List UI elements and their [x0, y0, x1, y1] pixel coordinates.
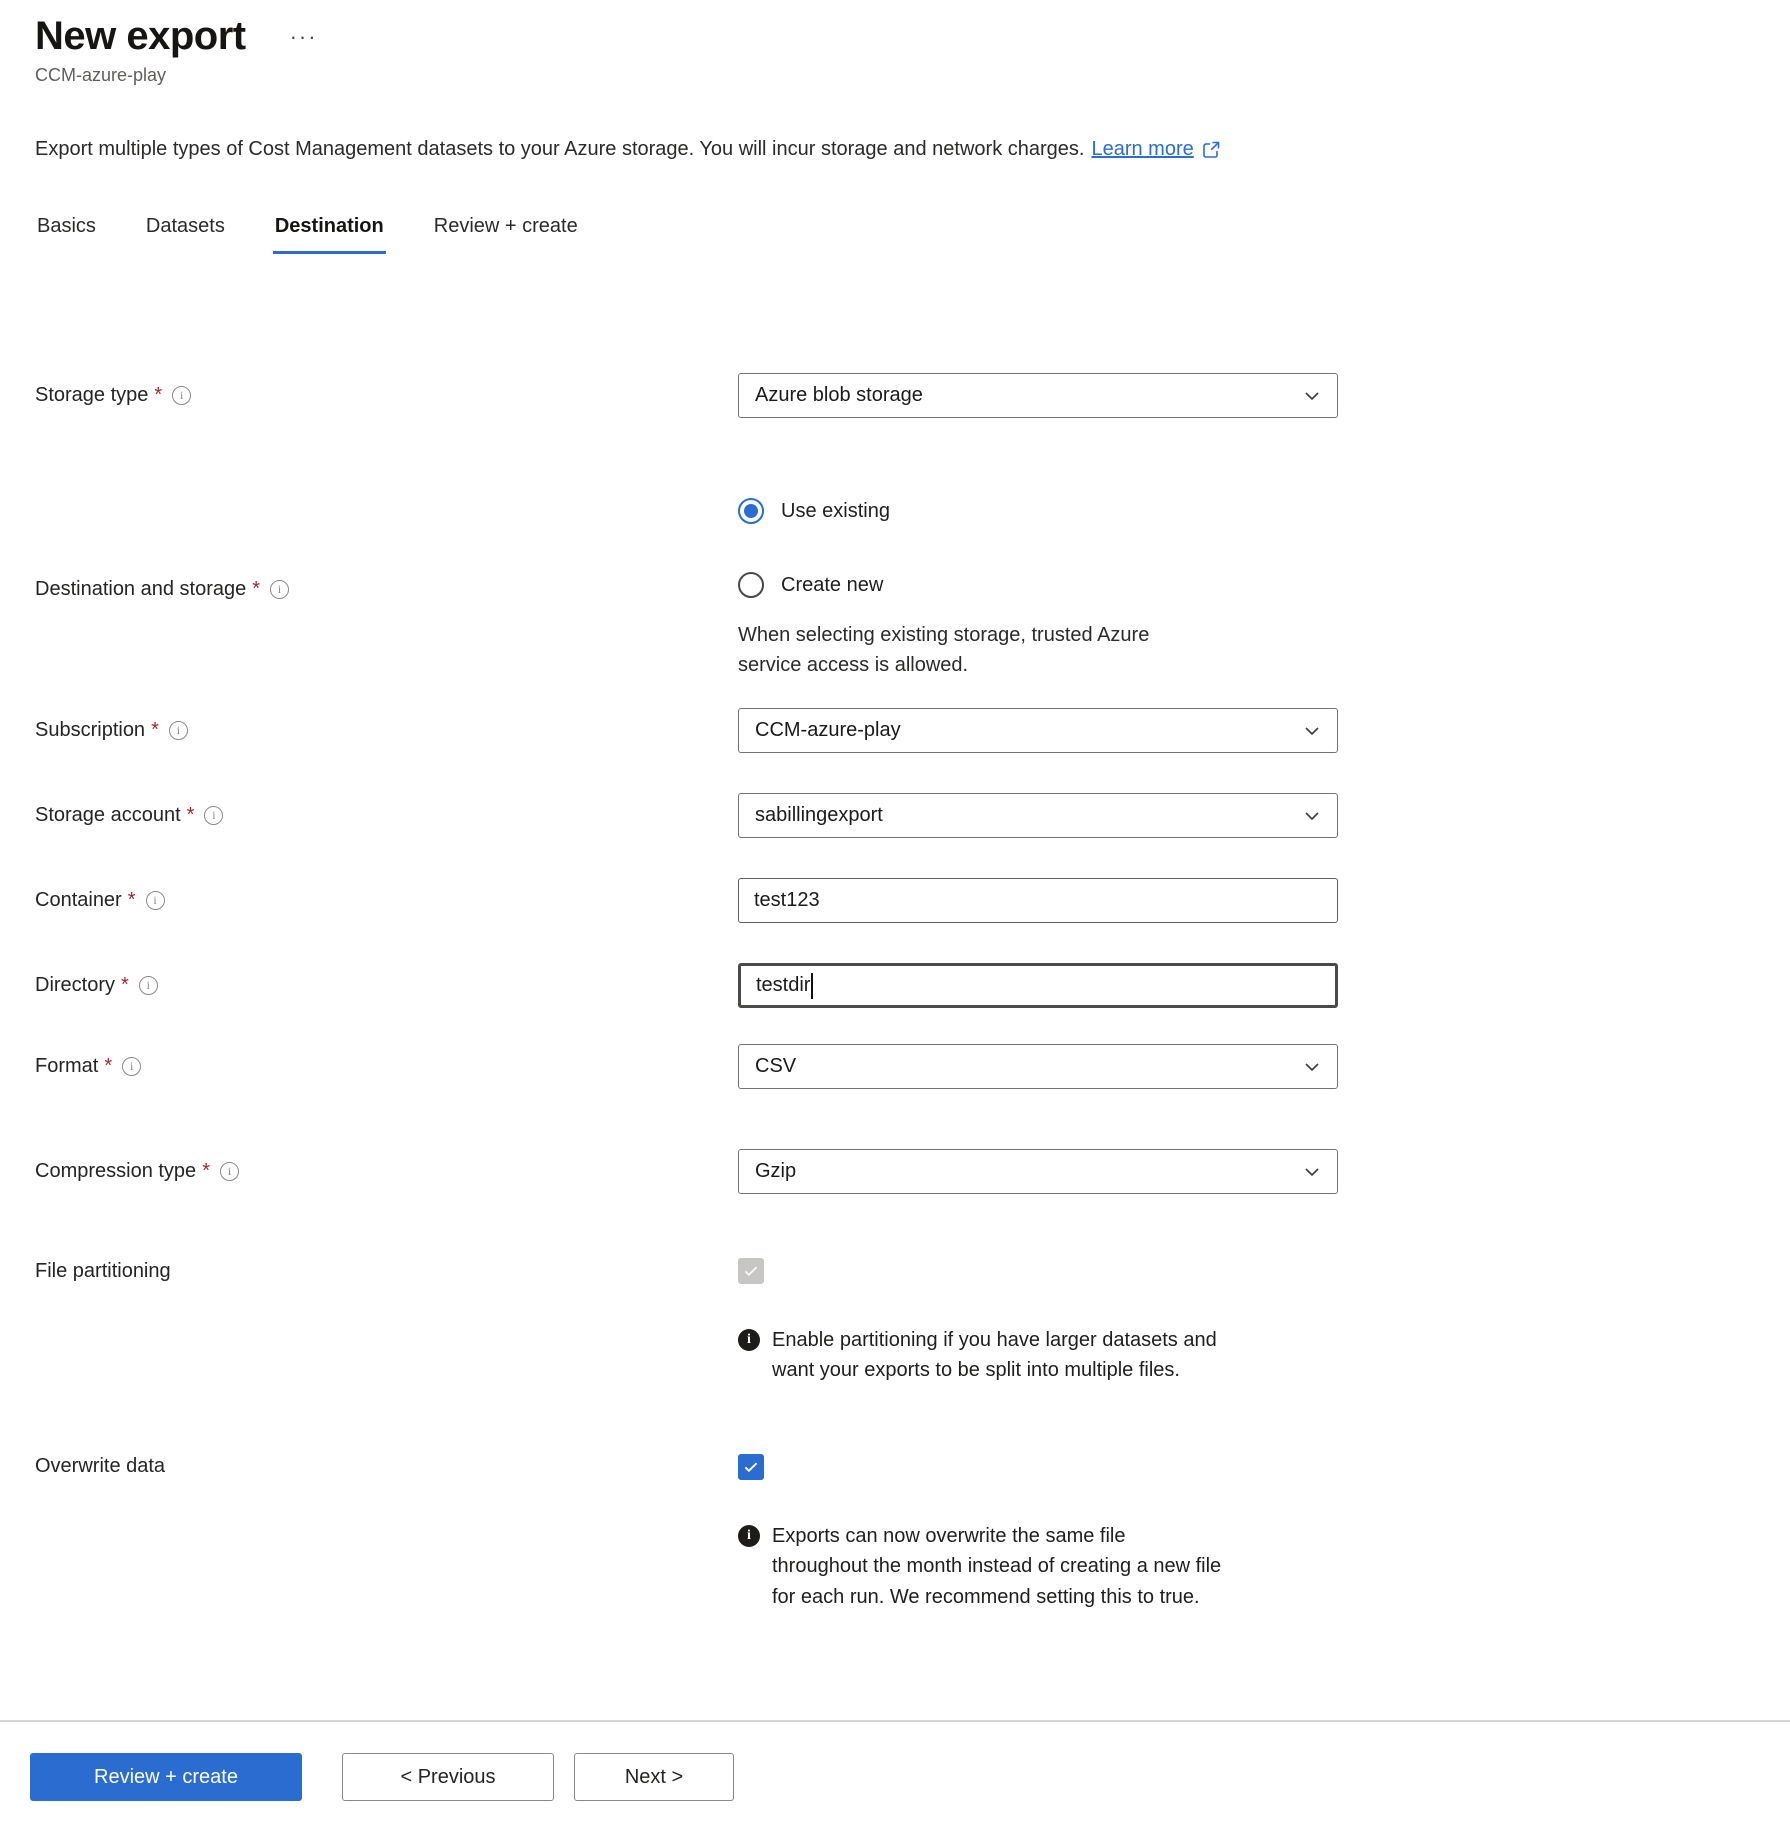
wizard-footer: Review + create < Previous Next >: [0, 1720, 1790, 1832]
file-partitioning-note-text: Enable partitioning if you have larger d…: [772, 1325, 1224, 1386]
storage-type-dropdown[interactable]: Azure blob storage: [738, 373, 1338, 418]
page-title: New export: [35, 14, 246, 59]
container-label: Container: [35, 889, 122, 912]
directory-input[interactable]: testdir: [738, 963, 1338, 1008]
description: Export multiple types of Cost Management…: [35, 138, 1790, 161]
storage-type-label: Storage type: [35, 384, 148, 407]
chevron-down-icon: [1303, 722, 1321, 740]
context-menu-ellipsis-icon[interactable]: ···: [290, 24, 318, 50]
directory-value: testdir: [756, 974, 810, 997]
radio-create-new-label: Create new: [781, 574, 883, 597]
radio-use-existing-label: Use existing: [781, 500, 890, 523]
info-icon[interactable]: [169, 721, 188, 740]
learn-more-link[interactable]: Learn more: [1091, 138, 1193, 161]
info-icon[interactable]: [204, 806, 223, 825]
info-icon[interactable]: [220, 1162, 239, 1181]
compression-type-label: Compression type: [35, 1160, 196, 1183]
directory-label: Directory: [35, 974, 115, 997]
overwrite-data-row: Overwrite data Exports can now overwrite…: [35, 1454, 1790, 1612]
storage-type-value: Azure blob storage: [755, 384, 923, 407]
required-asterisk: *: [187, 804, 195, 827]
destination-storage-help-text: When selecting existing storage, trusted…: [738, 620, 1208, 680]
info-icon[interactable]: [172, 386, 191, 405]
tab-datasets[interactable]: Datasets: [144, 215, 227, 254]
radio-create-new[interactable]: Create new: [738, 572, 1338, 598]
destination-and-storage-label: Destination and storage: [35, 578, 246, 601]
overwrite-data-note: Exports can now overwrite the same file …: [738, 1521, 1338, 1612]
review-create-button[interactable]: Review + create: [30, 1753, 302, 1801]
info-icon[interactable]: [146, 891, 165, 910]
storage-account-value: sabillingexport: [755, 804, 883, 827]
radio-selected-icon: [738, 498, 764, 524]
info-filled-icon: [738, 1525, 760, 1547]
required-asterisk: *: [202, 1160, 210, 1183]
destination-and-storage-row: Destination and storage * Use existing C…: [35, 498, 1790, 680]
container-value: test123: [754, 889, 820, 912]
required-asterisk: *: [154, 384, 162, 407]
storage-account-row: Storage account * sabillingexport: [35, 793, 1790, 838]
info-icon[interactable]: [122, 1057, 141, 1076]
storage-type-row: Storage type * Azure blob storage: [35, 373, 1790, 418]
file-partitioning-label: File partitioning: [35, 1260, 171, 1283]
file-partitioning-row: File partitioning Enable partitioning if…: [35, 1258, 1790, 1386]
subscription-value: CCM-azure-play: [755, 719, 901, 742]
overwrite-data-note-text: Exports can now overwrite the same file …: [772, 1521, 1224, 1612]
required-asterisk: *: [121, 974, 129, 997]
external-link-icon[interactable]: [1200, 139, 1222, 161]
subscription-subtitle: CCM-azure-play: [35, 65, 1790, 86]
chevron-down-icon: [1303, 1058, 1321, 1076]
storage-account-label: Storage account: [35, 804, 181, 827]
info-icon[interactable]: [139, 976, 158, 995]
directory-row: Directory * testdir: [35, 963, 1790, 1008]
overwrite-data-checkbox[interactable]: [738, 1454, 764, 1480]
radio-unselected-icon: [738, 572, 764, 598]
info-icon[interactable]: [270, 580, 289, 599]
description-text: Export multiple types of Cost Management…: [35, 138, 1084, 161]
format-value: CSV: [755, 1055, 796, 1078]
chevron-down-icon: [1303, 1163, 1321, 1181]
container-input[interactable]: test123: [738, 878, 1338, 923]
next-button[interactable]: Next >: [574, 1753, 734, 1801]
previous-button[interactable]: < Previous: [342, 1753, 554, 1801]
destination-storage-radio-group: Use existing Create new When selecting e…: [738, 498, 1338, 680]
file-partitioning-checkbox-disabled: [738, 1258, 764, 1284]
required-asterisk: *: [252, 578, 260, 601]
text-cursor: [811, 973, 813, 999]
storage-account-dropdown[interactable]: sabillingexport: [738, 793, 1338, 838]
new-export-pane: New export ··· CCM-azure-play Export mul…: [0, 0, 1790, 1612]
wizard-tabs: Basics Datasets Destination Review + cre…: [35, 215, 1790, 255]
chevron-down-icon: [1303, 807, 1321, 825]
required-asterisk: *: [128, 889, 136, 912]
container-row: Container * test123: [35, 878, 1790, 923]
compression-type-dropdown[interactable]: Gzip: [738, 1149, 1338, 1194]
radio-use-existing[interactable]: Use existing: [738, 498, 1338, 524]
subscription-label: Subscription: [35, 719, 145, 742]
required-asterisk: *: [104, 1055, 112, 1078]
chevron-down-icon: [1303, 387, 1321, 405]
compression-type-row: Compression type * Gzip: [35, 1149, 1790, 1194]
subscription-row: Subscription * CCM-azure-play: [35, 708, 1790, 753]
overwrite-data-label: Overwrite data: [35, 1455, 165, 1478]
tab-destination[interactable]: Destination: [273, 215, 386, 254]
file-partitioning-note: Enable partitioning if you have larger d…: [738, 1325, 1338, 1386]
tab-review-create[interactable]: Review + create: [432, 215, 580, 254]
compression-type-value: Gzip: [755, 1160, 796, 1183]
required-asterisk: *: [151, 719, 159, 742]
format-dropdown[interactable]: CSV: [738, 1044, 1338, 1089]
subscription-dropdown[interactable]: CCM-azure-play: [738, 708, 1338, 753]
format-row: Format * CSV: [35, 1044, 1790, 1089]
info-filled-icon: [738, 1329, 760, 1351]
format-label: Format: [35, 1055, 98, 1078]
tab-basics[interactable]: Basics: [35, 215, 98, 254]
